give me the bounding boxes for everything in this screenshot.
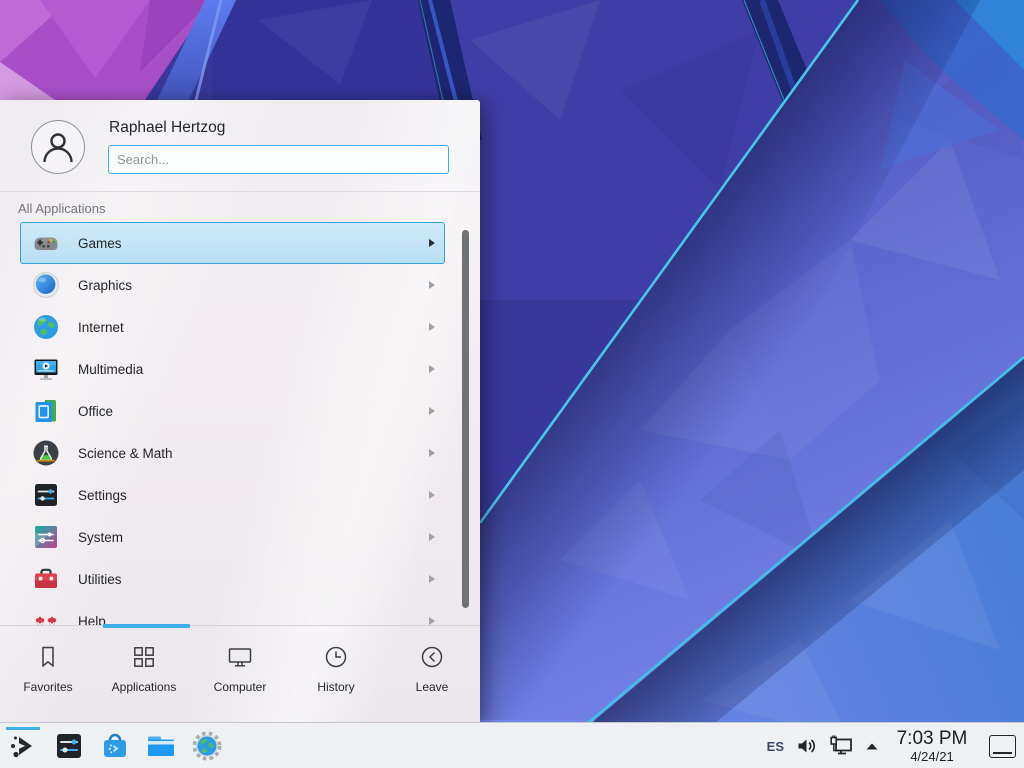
kickoff-launcher-button[interactable] [3,726,43,766]
chevron-right-icon [429,491,435,499]
system-icon [32,523,60,551]
taskbar-panel: ES 7:03 PM 4/24/21 [0,722,1024,768]
chevron-right-icon [429,533,435,541]
category-label: Internet [78,320,429,335]
chevron-right-icon [429,281,435,289]
tab-applications[interactable]: Applications [96,626,192,722]
tab-label: Leave [416,680,449,694]
discover-bag-icon [99,730,131,762]
category-internet[interactable]: Internet [20,306,445,348]
system-settings-icon [53,730,85,762]
tab-computer[interactable]: Computer [192,626,288,722]
category-graphics[interactable]: Graphics [20,264,445,306]
network-icon[interactable] [829,735,853,757]
category-help[interactable]: Help [20,600,445,625]
active-tab-indicator [103,624,190,628]
globe-gear-icon [191,730,223,762]
clock-time: 7:03 PM [891,729,973,749]
category-games[interactable]: Games [20,222,445,264]
system-settings-button[interactable] [49,726,89,766]
category-multimedia[interactable]: Multimedia [20,348,445,390]
clock-date: 4/24/21 [891,750,973,764]
chevron-right-icon [429,239,435,247]
application-launcher-menu: Raphael Hertzog All Applications Games [0,100,480,722]
category-label: Settings [78,488,429,503]
multimedia-icon [32,355,60,383]
category-label: Graphics [78,278,429,293]
tab-label: Applications [112,680,177,694]
user-icon [32,121,84,173]
category-utilities[interactable]: Utilities [20,558,445,600]
keyboard-layout-indicator[interactable]: ES [767,739,784,754]
sliders-icon [32,481,60,509]
category-label: Utilities [78,572,429,587]
chevron-right-icon [429,617,435,625]
help-icon [32,607,60,625]
flask-icon [32,439,60,467]
digital-clock[interactable]: 7:03 PM 4/24/21 [891,729,973,764]
chevron-right-icon [429,449,435,457]
globe-icon [32,313,60,341]
category-settings[interactable]: Settings [20,474,445,516]
sphere-icon [32,271,60,299]
tab-label: Computer [214,680,267,694]
category-label: Games [78,236,429,251]
grid-icon [130,643,158,671]
search-input[interactable] [108,145,449,174]
chevron-right-icon [429,365,435,373]
tab-label: History [317,680,354,694]
taskbar-launchers [0,726,227,766]
chevron-right-icon [429,323,435,331]
launcher-tabbar: Favorites Applications Computer [0,625,480,722]
tab-history[interactable]: History [288,626,384,722]
show-desktop-button[interactable] [989,735,1016,758]
monitor-icon [226,643,254,671]
scrollbar-thumb[interactable] [462,230,469,608]
leave-circle-icon [418,643,446,671]
toolbox-icon [32,565,60,593]
launcher-header: Raphael Hertzog [0,100,480,192]
chevron-right-icon [429,407,435,415]
section-label: All Applications [18,201,105,216]
dolphin-folder-icon [145,730,177,762]
category-science-math[interactable]: Science & Math [20,432,445,474]
discover-button[interactable] [95,726,135,766]
dolphin-button[interactable] [141,726,181,766]
category-system[interactable]: System [20,516,445,558]
volume-icon[interactable] [796,736,817,756]
category-label: Science & Math [78,446,429,461]
gamepad-icon [32,229,60,257]
system-tray: ES 7:03 PM 4/24/21 [767,723,1016,768]
active-app-indicator [6,727,40,730]
user-avatar[interactable] [31,120,85,174]
category-label: Office [78,404,429,419]
office-doc-icon [32,397,60,425]
caret-up-icon[interactable] [865,742,879,751]
tab-favorites[interactable]: Favorites [0,626,96,722]
konqueror-button[interactable] [187,726,227,766]
user-name: Raphael Hertzog [109,119,225,137]
clock-icon [322,643,350,671]
chevron-right-icon [429,575,435,583]
kickoff-launcher-icon [7,730,39,762]
category-office[interactable]: Office [20,390,445,432]
bookmark-icon [34,643,62,671]
category-label: System [78,530,429,545]
search-box [108,145,449,174]
category-label: Multimedia [78,362,429,377]
tab-leave[interactable]: Leave [384,626,480,722]
category-list: Games Graphics [0,222,480,625]
tab-label: Favorites [23,680,72,694]
